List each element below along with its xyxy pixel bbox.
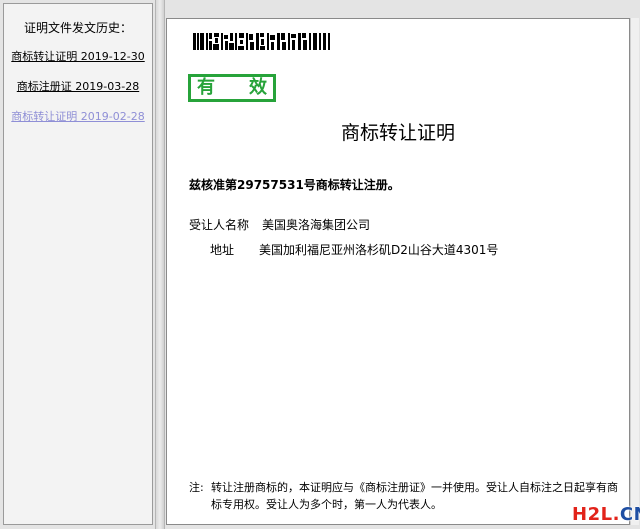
watermark-h2l: H2L <box>572 504 613 525</box>
history-link-registration-2019-03-28[interactable]: 商标注册证 2019-03-28 <box>4 79 152 94</box>
history-sidebar: 证明文件发文历史： 商标转让证明 2019-12-30 商标注册证 2019-0… <box>3 3 153 525</box>
barcode-image <box>191 30 343 54</box>
stamp-char-1: 有 <box>197 77 215 98</box>
address-label: 地址 <box>210 243 235 257</box>
site-watermark: H2L.CN <box>572 505 640 525</box>
sidebar-title: 证明文件发文历史： <box>23 21 132 35</box>
history-link-transfer-2019-12-30[interactable]: 商标转让证明 2019-12-30 <box>4 49 152 64</box>
assignee-label: 受让人名称 <box>189 218 250 232</box>
assignee-value: 美国奥洛海集团公司 <box>262 218 371 232</box>
document-scrollbar[interactable] <box>630 18 639 525</box>
valid-stamp: 有 效 <box>188 74 276 102</box>
history-link-transfer-2019-02-28[interactable]: 商标转让证明 2019-02-28 <box>4 109 152 124</box>
frame-splitter[interactable] <box>155 0 165 529</box>
watermark-cn: CN <box>619 504 640 525</box>
approval-statement: 兹核准第29757531号商标转让注册。 <box>189 178 400 192</box>
certificate-title: 商标转让证明 <box>340 122 455 144</box>
watermark-dot: . <box>612 504 620 525</box>
note-body: 转让注册商标的，本证明应与《商标注册证》一并使用。受让人自标注之日起享有商标专用… <box>211 481 618 511</box>
note-lead: 注: <box>189 481 204 494</box>
stamp-char-2: 效 <box>249 77 267 98</box>
address-value: 美国加利福尼亚州洛杉矶D2山谷大道4301号 <box>259 243 499 257</box>
